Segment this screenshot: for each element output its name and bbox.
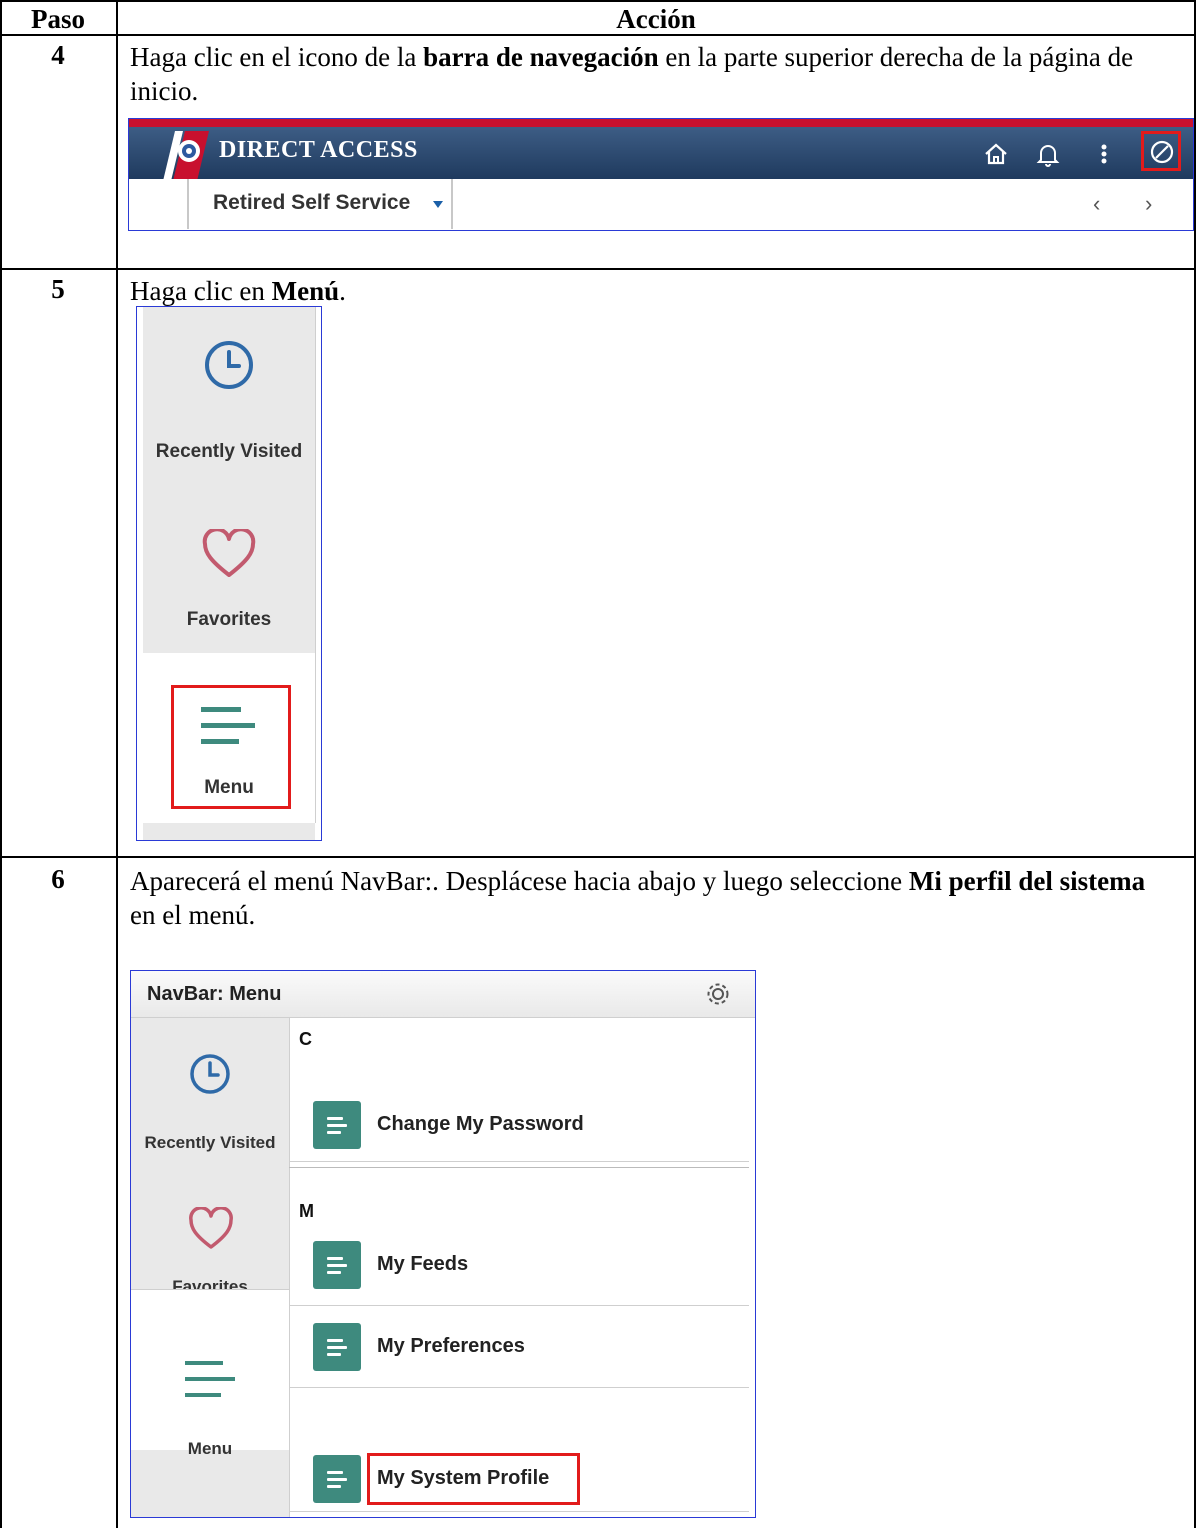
table-left-border xyxy=(0,0,2,1528)
home-icon[interactable] xyxy=(981,139,1011,169)
step5-text-bold: Menú xyxy=(271,276,340,306)
step4-text-bold: barra de navegación xyxy=(423,42,659,72)
panel-bottom xyxy=(143,823,315,840)
step6-text-after: en el menú. xyxy=(130,900,256,930)
dropdown-caret-icon[interactable] xyxy=(433,201,443,208)
my-preferences-icon[interactable] xyxy=(313,1323,361,1371)
step5-text-after: . xyxy=(339,276,346,306)
my-system-profile-highlight xyxy=(367,1453,580,1505)
my-preferences-link[interactable]: My Preferences xyxy=(377,1335,525,1358)
my-feeds-link[interactable]: My Feeds xyxy=(377,1253,468,1276)
change-my-password-link[interactable]: Change My Password xyxy=(377,1113,584,1136)
step6-text-before: Aparecerá el menú NavBar:. Desplácese ha… xyxy=(130,866,909,896)
coast-guard-logo-icon xyxy=(163,131,209,181)
section-letter-c: C xyxy=(299,1029,312,1049)
next-arrow-icon[interactable]: › xyxy=(1145,191,1152,217)
change-password-icon[interactable] xyxy=(313,1101,361,1149)
row-divider xyxy=(289,1161,749,1162)
section-letter-m: M xyxy=(299,1201,314,1221)
table-top-border xyxy=(0,0,1196,2)
row-divider-5 xyxy=(0,856,1196,858)
direct-access-header-screenshot: DIRECT ACCESS Retired Self Service ‹ › xyxy=(128,118,1194,231)
header-banner: DIRECT ACCESS xyxy=(129,127,1193,181)
heart-icon[interactable] xyxy=(187,1207,235,1251)
navbar-menu-title: NavBar: Menu xyxy=(147,983,282,1005)
app-title: DIRECT ACCESS xyxy=(219,137,418,163)
recently-visited-label[interactable]: Recently Visited xyxy=(131,1133,289,1153)
header-step: Paso xyxy=(31,4,85,34)
homepage-tab-label[interactable]: Retired Self Service xyxy=(213,191,410,215)
step5-text-before: Haga clic en xyxy=(130,276,272,306)
favorites-label[interactable]: Favorites xyxy=(143,609,315,631)
header-red-stripe xyxy=(129,119,1193,127)
step6-text-bold: Mi perfil del sistema xyxy=(908,866,1146,896)
clock-icon[interactable] xyxy=(201,337,257,393)
my-feeds-icon[interactable] xyxy=(313,1241,361,1289)
navbar-menu-screenshot: NavBar: Menu Recently Visited Favorites … xyxy=(130,970,756,1518)
step-number-5: 5 xyxy=(51,274,65,304)
menu-icon[interactable] xyxy=(183,1359,237,1401)
more-vertical-icon[interactable] xyxy=(1089,139,1119,169)
bell-icon[interactable] xyxy=(1033,139,1063,169)
heart-icon[interactable] xyxy=(201,529,257,581)
header-action: Acción xyxy=(616,4,696,34)
step-number-6: 6 xyxy=(51,864,65,894)
navbar-sidebar-screenshot: Recently Visited Favorites Menu xyxy=(136,306,322,841)
menu-label[interactable]: Menu xyxy=(131,1439,289,1459)
my-system-profile-icon[interactable] xyxy=(313,1455,361,1503)
row-divider-4 xyxy=(0,268,1196,270)
step-number-4: 4 xyxy=(51,40,65,70)
step6-instruction: Aparecerá el menú NavBar:. Desplácese ha… xyxy=(130,864,1176,932)
recently-visited-label[interactable]: Recently Visited xyxy=(143,441,315,463)
step4-instruction: Haga clic en el icono de la barra de nav… xyxy=(130,40,1176,108)
row-divider xyxy=(289,1511,749,1512)
section-divider xyxy=(289,1167,749,1168)
clock-icon[interactable] xyxy=(187,1051,233,1097)
menu-highlight xyxy=(171,685,291,809)
gear-icon[interactable] xyxy=(705,981,731,1007)
row-divider xyxy=(289,1387,749,1388)
row-divider xyxy=(289,1305,749,1306)
step4-text-before: Haga clic en el icono de la xyxy=(130,42,424,72)
step5-instruction: Haga clic en Menú. xyxy=(130,274,1176,308)
table-header-divider xyxy=(0,34,1196,36)
table-column-divider xyxy=(116,0,118,1528)
navbar-icon-highlight xyxy=(1141,131,1181,171)
prev-arrow-icon[interactable]: ‹ xyxy=(1093,191,1100,217)
